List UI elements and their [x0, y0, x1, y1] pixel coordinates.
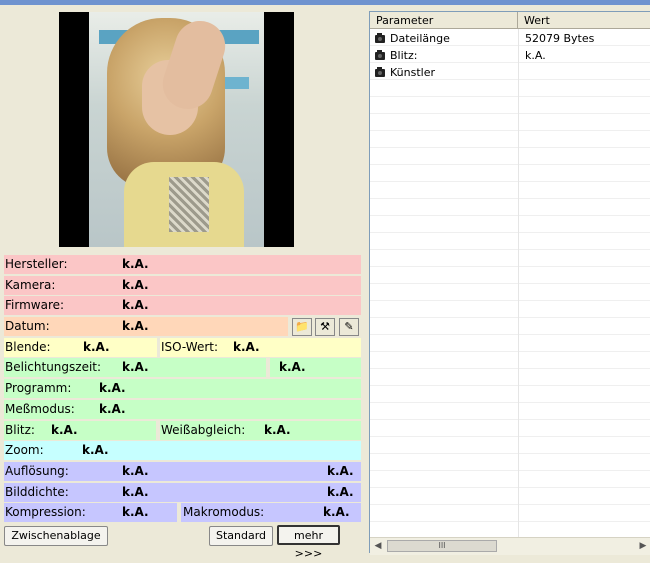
value-belichtung: k.A. — [122, 360, 149, 374]
label-iso: ISO-Wert: — [161, 340, 219, 354]
value-hersteller: k.A. — [122, 257, 149, 271]
value-iso: k.A. — [233, 340, 260, 354]
value-kompression: k.A. — [122, 505, 149, 519]
list-grid — [370, 29, 650, 537]
list-item-name: Dateilänge — [390, 32, 450, 45]
standard-button[interactable]: Standard — [209, 526, 273, 546]
more-button[interactable]: mehr >>> — [277, 525, 340, 560]
value-firmware: k.A. — [122, 298, 149, 312]
label-blende: Blende: — [5, 340, 51, 354]
label-firmware: Firmware: — [5, 298, 65, 312]
scroll-right-icon[interactable]: ▶ — [637, 540, 649, 552]
label-zoom: Zoom: — [5, 443, 44, 457]
camera-icon — [375, 50, 385, 60]
folder-icon[interactable]: 📁 — [292, 318, 312, 336]
label-datum: Datum: — [5, 319, 50, 333]
label-hersteller: Hersteller: — [5, 257, 68, 271]
value-kamera: k.A. — [122, 278, 149, 292]
row-belichtung-extra: k.A. — [270, 358, 361, 377]
label-aufloesung: Auflösung: — [5, 464, 69, 478]
value-programm: k.A. — [99, 381, 126, 395]
value-messmodus: k.A. — [99, 402, 126, 416]
horizontal-scrollbar[interactable]: ◀ III ▶ — [370, 537, 650, 555]
list-item-name: Blitz: — [390, 49, 418, 62]
value-zoom: k.A. — [82, 443, 109, 457]
label-belichtung: Belichtungszeit: — [5, 360, 102, 374]
window-top-border — [0, 0, 650, 5]
row-bilddichte: Bilddichte: k.A. k.A. — [4, 483, 361, 502]
row-hersteller: Hersteller: k.A. — [4, 255, 361, 274]
clipboard-button[interactable]: Zwischenablage — [4, 526, 108, 546]
parameter-list[interactable]: Parameter Wert Dateilänge 52079 Bytes Bl… — [369, 11, 650, 555]
row-messmodus: Meßmodus: k.A. — [4, 400, 361, 419]
label-weissabgleich: Weißabgleich: — [161, 423, 246, 437]
row-firmware: Firmware: k.A. — [4, 296, 361, 315]
list-item[interactable]: Dateilänge 52079 Bytes — [370, 30, 650, 47]
value-blende: k.A. — [83, 340, 110, 354]
list-item[interactable]: Künstler — [370, 64, 650, 81]
value-bilddichte-2: k.A. — [327, 485, 354, 499]
camera-icon — [375, 67, 385, 77]
row-aufloesung: Auflösung: k.A. k.A. — [4, 462, 361, 481]
scroll-left-icon[interactable]: ◀ — [372, 540, 384, 552]
label-bilddichte: Bilddichte: — [5, 485, 69, 499]
row-weissabgleich: Weißabgleich: k.A. — [160, 421, 361, 440]
value-aufloesung-2: k.A. — [327, 464, 354, 478]
row-iso: ISO-Wert: k.A. — [160, 338, 361, 357]
row-makromodus: Makromodus: k.A. — [181, 503, 361, 522]
row-kompression: Kompression: k.A. — [4, 503, 177, 522]
list-item-value: k.A. — [525, 49, 546, 62]
camera-icon — [375, 33, 385, 43]
row-zoom: Zoom: k.A. — [4, 441, 361, 460]
edit-icon[interactable]: ✎ — [339, 318, 359, 336]
value-bilddichte: k.A. — [122, 485, 149, 499]
column-header-parameter[interactable]: Parameter — [370, 12, 518, 29]
column-header-wert[interactable]: Wert — [518, 12, 650, 29]
row-blende: Blende: k.A. — [4, 338, 157, 357]
list-item[interactable]: Blitz: k.A. — [370, 47, 650, 64]
label-messmodus: Meßmodus: — [5, 402, 75, 416]
row-programm: Programm: k.A. — [4, 379, 361, 398]
list-item-value: 52079 Bytes — [525, 32, 595, 45]
tools-icon[interactable]: ⚒ — [315, 318, 335, 336]
label-makromodus: Makromodus: — [183, 505, 265, 519]
row-kamera: Kamera: k.A. — [4, 276, 361, 295]
value-datum: k.A. — [122, 319, 149, 333]
label-programm: Programm: — [5, 381, 72, 395]
value-makromodus: k.A. — [323, 505, 350, 519]
scroll-thumb[interactable]: III — [387, 540, 497, 552]
list-item-name: Künstler — [390, 66, 435, 79]
value-belichtung-2: k.A. — [279, 360, 306, 374]
value-aufloesung: k.A. — [122, 464, 149, 478]
label-kamera: Kamera: — [5, 278, 56, 292]
label-kompression: Kompression: — [5, 505, 86, 519]
photo-detail — [169, 177, 209, 232]
row-datum: Datum: k.A. — [4, 317, 288, 336]
row-blitz: Blitz: k.A. — [4, 421, 156, 440]
row-belichtung: Belichtungszeit: k.A. — [4, 358, 266, 377]
photo-preview — [59, 12, 294, 247]
label-blitz: Blitz: — [5, 423, 35, 437]
value-blitz: k.A. — [51, 423, 78, 437]
column-divider — [518, 29, 519, 537]
value-weissabgleich: k.A. — [264, 423, 291, 437]
